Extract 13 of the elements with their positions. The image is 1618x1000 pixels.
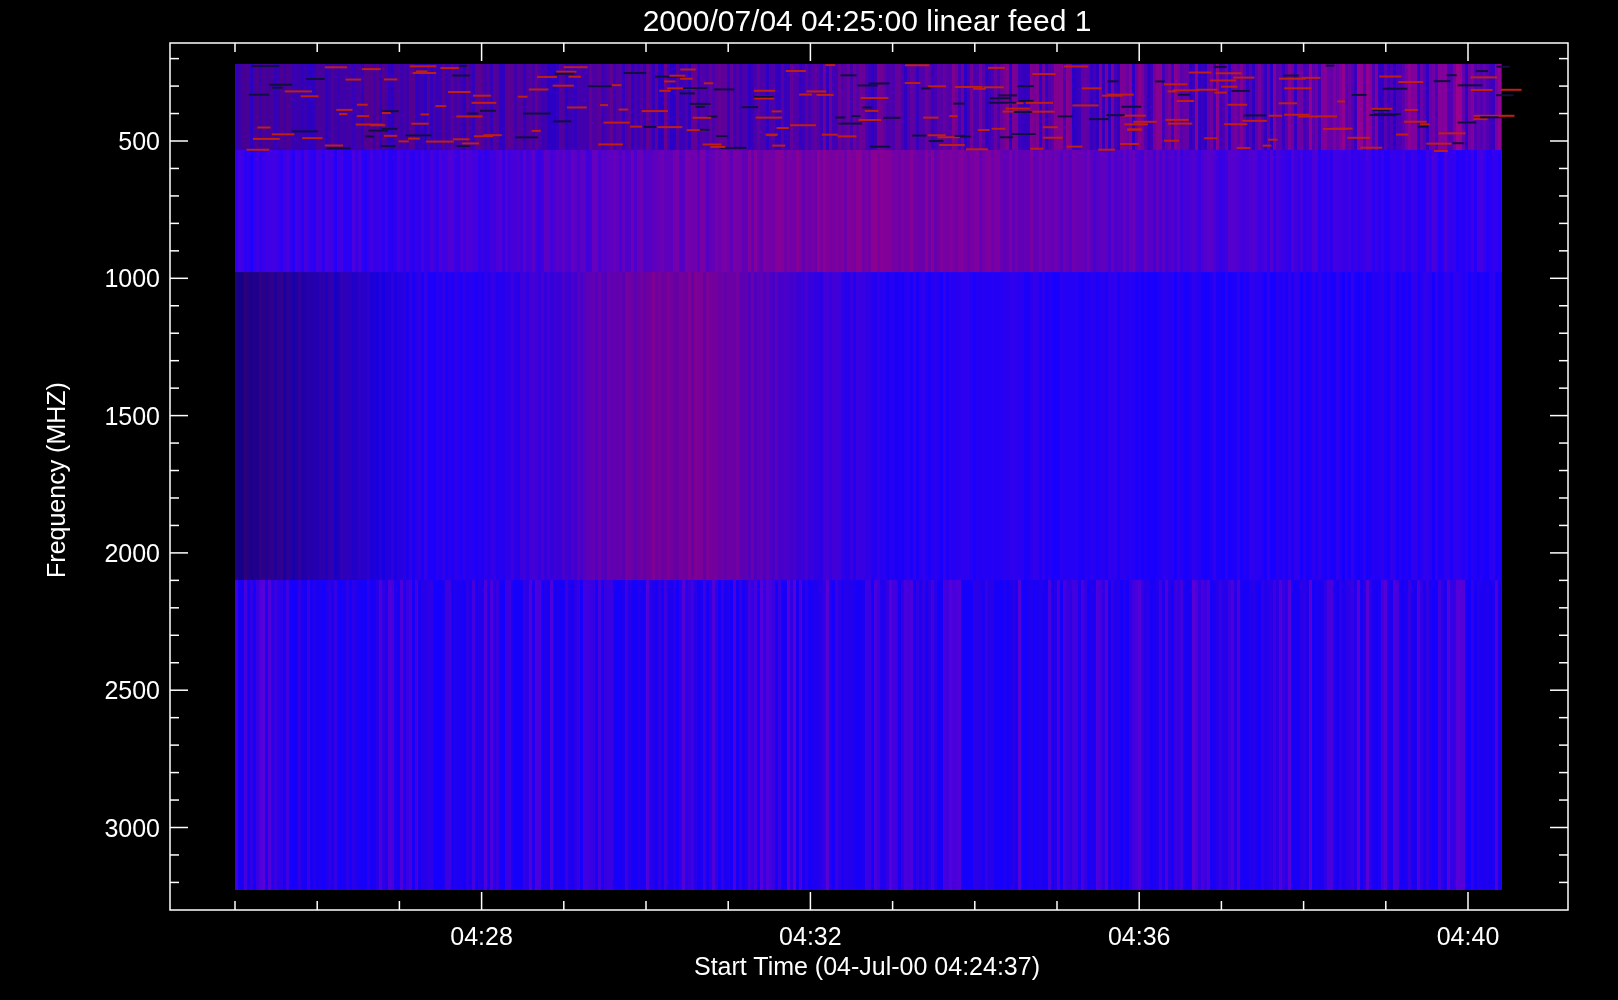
y-tick-label: 2500 [104, 676, 160, 705]
x-tick-label: 04:40 [1436, 922, 1500, 950]
x-axis-label: Start Time (04-Jul-00 04:24:37) [694, 952, 1040, 980]
x-tick-label: 04:36 [1107, 922, 1171, 950]
y-tick-label: 500 [118, 127, 160, 155]
x-tick-label: 04:32 [779, 922, 842, 950]
y-axis-label: Frequency (MHZ) [42, 382, 70, 578]
y-tick-label: 2000 [104, 538, 160, 567]
plot-title: 2000/07/04 04:25:00 linear feed 1 [642, 4, 1092, 37]
y-tick-label: 3000 [104, 813, 160, 842]
y-tick-label: 1000 [104, 264, 160, 293]
x-tick-label: 04:28 [450, 922, 513, 950]
y-tick-label: 1500 [104, 401, 160, 430]
